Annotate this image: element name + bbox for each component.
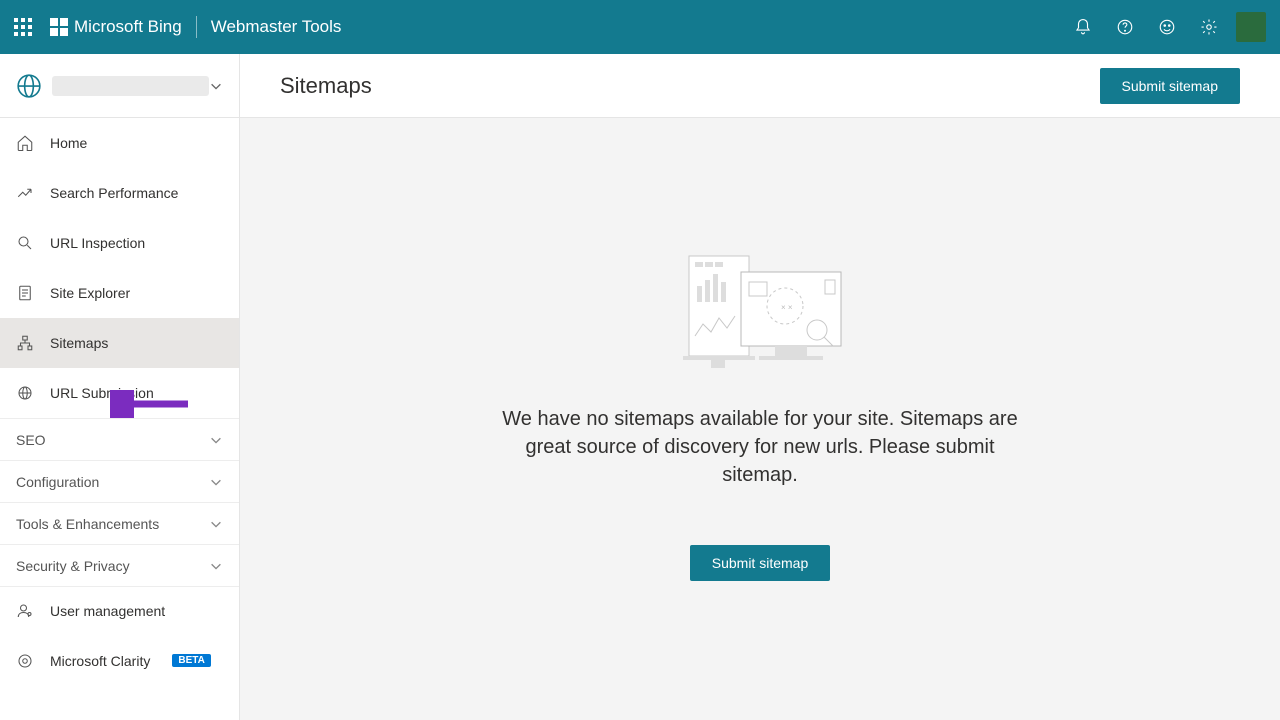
notifications-icon[interactable]: [1062, 0, 1104, 54]
sidebar-group-seo[interactable]: SEO: [0, 418, 239, 460]
sidebar-item-label: Sitemaps: [50, 335, 108, 351]
sidebar-item-label: URL Inspection: [50, 235, 145, 251]
empty-state: × × We have no sitemaps available for yo…: [240, 118, 1280, 720]
app-header: Microsoft Bing Webmaster Tools: [0, 0, 1280, 54]
sidebar-group-label: Configuration: [16, 474, 99, 490]
search-icon: [16, 234, 34, 252]
avatar[interactable]: [1236, 12, 1266, 42]
home-icon: [16, 134, 34, 152]
svg-text:× ×: × ×: [781, 303, 793, 312]
sidebar-group-label: SEO: [16, 432, 46, 448]
feedback-icon[interactable]: [1146, 0, 1188, 54]
microsoft-icon: [50, 18, 68, 36]
site-name-label: [52, 76, 209, 96]
empty-submit-sitemap-button[interactable]: Submit sitemap: [690, 545, 830, 581]
sidebar-item-user-management[interactable]: User management: [0, 586, 239, 636]
product-title: Webmaster Tools: [211, 17, 342, 37]
sidebar-item-label: Site Explorer: [50, 285, 130, 301]
empty-illustration: × ×: [675, 248, 845, 373]
sidebar-item-label: URL Submission: [50, 385, 154, 401]
chevron-down-icon: [209, 475, 223, 489]
beta-badge: BETA: [172, 654, 210, 667]
user-icon: [16, 602, 34, 620]
sidebar: Home Search Performance URL Inspection S…: [0, 54, 240, 720]
sidebar-group-security[interactable]: Security & Privacy: [0, 544, 239, 586]
settings-icon[interactable]: [1188, 0, 1230, 54]
sidebar-item-home[interactable]: Home: [0, 118, 239, 168]
sidebar-item-label: Microsoft Clarity: [50, 653, 150, 669]
main-content: Sitemaps Submit sitemap × ×: [240, 54, 1280, 720]
sidebar-item-site-explorer[interactable]: Site Explorer: [0, 268, 239, 318]
chevron-down-icon: [209, 433, 223, 447]
sidebar-item-url-inspection[interactable]: URL Inspection: [0, 218, 239, 268]
header-divider: [196, 16, 197, 38]
sidebar-group-tools[interactable]: Tools & Enhancements: [0, 502, 239, 544]
sidebar-item-clarity[interactable]: Microsoft Clarity BETA: [0, 636, 239, 686]
chevron-down-icon: [209, 79, 223, 93]
site-picker[interactable]: [0, 54, 239, 118]
sidebar-group-configuration[interactable]: Configuration: [0, 460, 239, 502]
brand-text: Microsoft Bing: [74, 17, 182, 37]
page-header: Sitemaps Submit sitemap: [240, 54, 1280, 118]
sidebar-item-label: Home: [50, 135, 87, 151]
sidebar-item-label: Search Performance: [50, 185, 178, 201]
sidebar-item-label: User management: [50, 603, 165, 619]
chevron-down-icon: [209, 559, 223, 573]
chevron-down-icon: [209, 517, 223, 531]
submit-sitemap-button[interactable]: Submit sitemap: [1100, 68, 1240, 104]
app-launcher-icon[interactable]: [14, 18, 32, 36]
globe-icon: [16, 73, 42, 99]
clarity-icon: [16, 652, 34, 670]
doc-icon: [16, 284, 34, 302]
sidebar-group-label: Security & Privacy: [16, 558, 130, 574]
help-icon[interactable]: [1104, 0, 1146, 54]
globe-small-icon: [16, 384, 34, 402]
sidebar-item-sitemaps[interactable]: Sitemaps: [0, 318, 239, 368]
empty-message: We have no sitemaps available for your s…: [500, 405, 1020, 489]
sidebar-item-search-performance[interactable]: Search Performance: [0, 168, 239, 218]
page-title: Sitemaps: [280, 73, 1100, 99]
sidebar-item-url-submission[interactable]: URL Submission: [0, 368, 239, 418]
sidebar-group-label: Tools & Enhancements: [16, 516, 159, 532]
sidebar-nav: Home Search Performance URL Inspection S…: [0, 118, 239, 720]
trend-icon: [16, 184, 34, 202]
brand-logo[interactable]: Microsoft Bing: [50, 17, 182, 37]
sitemap-icon: [16, 334, 34, 352]
